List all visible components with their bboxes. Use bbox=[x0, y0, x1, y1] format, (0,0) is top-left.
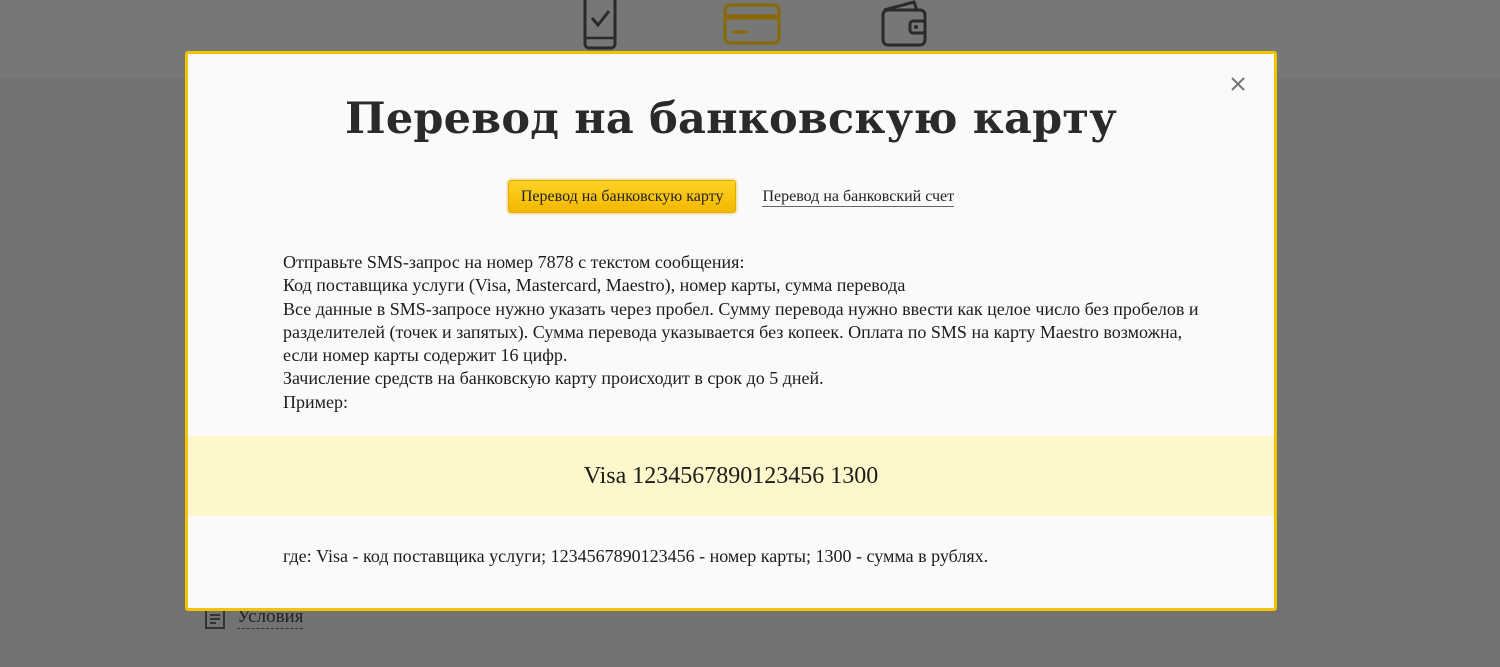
phone-check-icon bbox=[583, 0, 617, 50]
example-sms-text: Visa 1234567890123456 1300 bbox=[583, 462, 879, 489]
sms-instructions: Отправьте SMS-запрос на номер 7878 с тек… bbox=[283, 251, 1203, 414]
tab-card-transfer[interactable]: Перевод на банковскую карту bbox=[507, 180, 737, 213]
example-footnote: где: Visa - код поставщика услуги; 12345… bbox=[283, 546, 989, 566]
wallet-icon bbox=[881, 0, 927, 47]
modal-title: Перевод на банковскую карту bbox=[345, 94, 1117, 144]
instruction-line: Пример: bbox=[283, 391, 349, 412]
instruction-line: Зачисление средств на банковскую карту п… bbox=[283, 368, 824, 389]
instruction-line: Все данные в SMS-запросе нужно указать ч… bbox=[283, 298, 1199, 366]
close-icon[interactable] bbox=[1228, 74, 1248, 94]
transfer-modal: Перевод на банковскую карту Перевод на б… bbox=[185, 51, 1277, 611]
tab-account-transfer[interactable]: Перевод на банковский счет bbox=[762, 187, 955, 207]
instruction-line: Отправьте SMS-запрос на номер 7878 с тек… bbox=[283, 252, 745, 272]
example-box: Visa 1234567890123456 1300 bbox=[188, 436, 1274, 516]
bank-card-icon bbox=[723, 3, 781, 45]
transfer-tabs: Перевод на банковскую карту Перевод на б… bbox=[188, 180, 1274, 213]
instruction-line: Код поставщика услуги (Visa, Mastercard,… bbox=[283, 275, 906, 296]
